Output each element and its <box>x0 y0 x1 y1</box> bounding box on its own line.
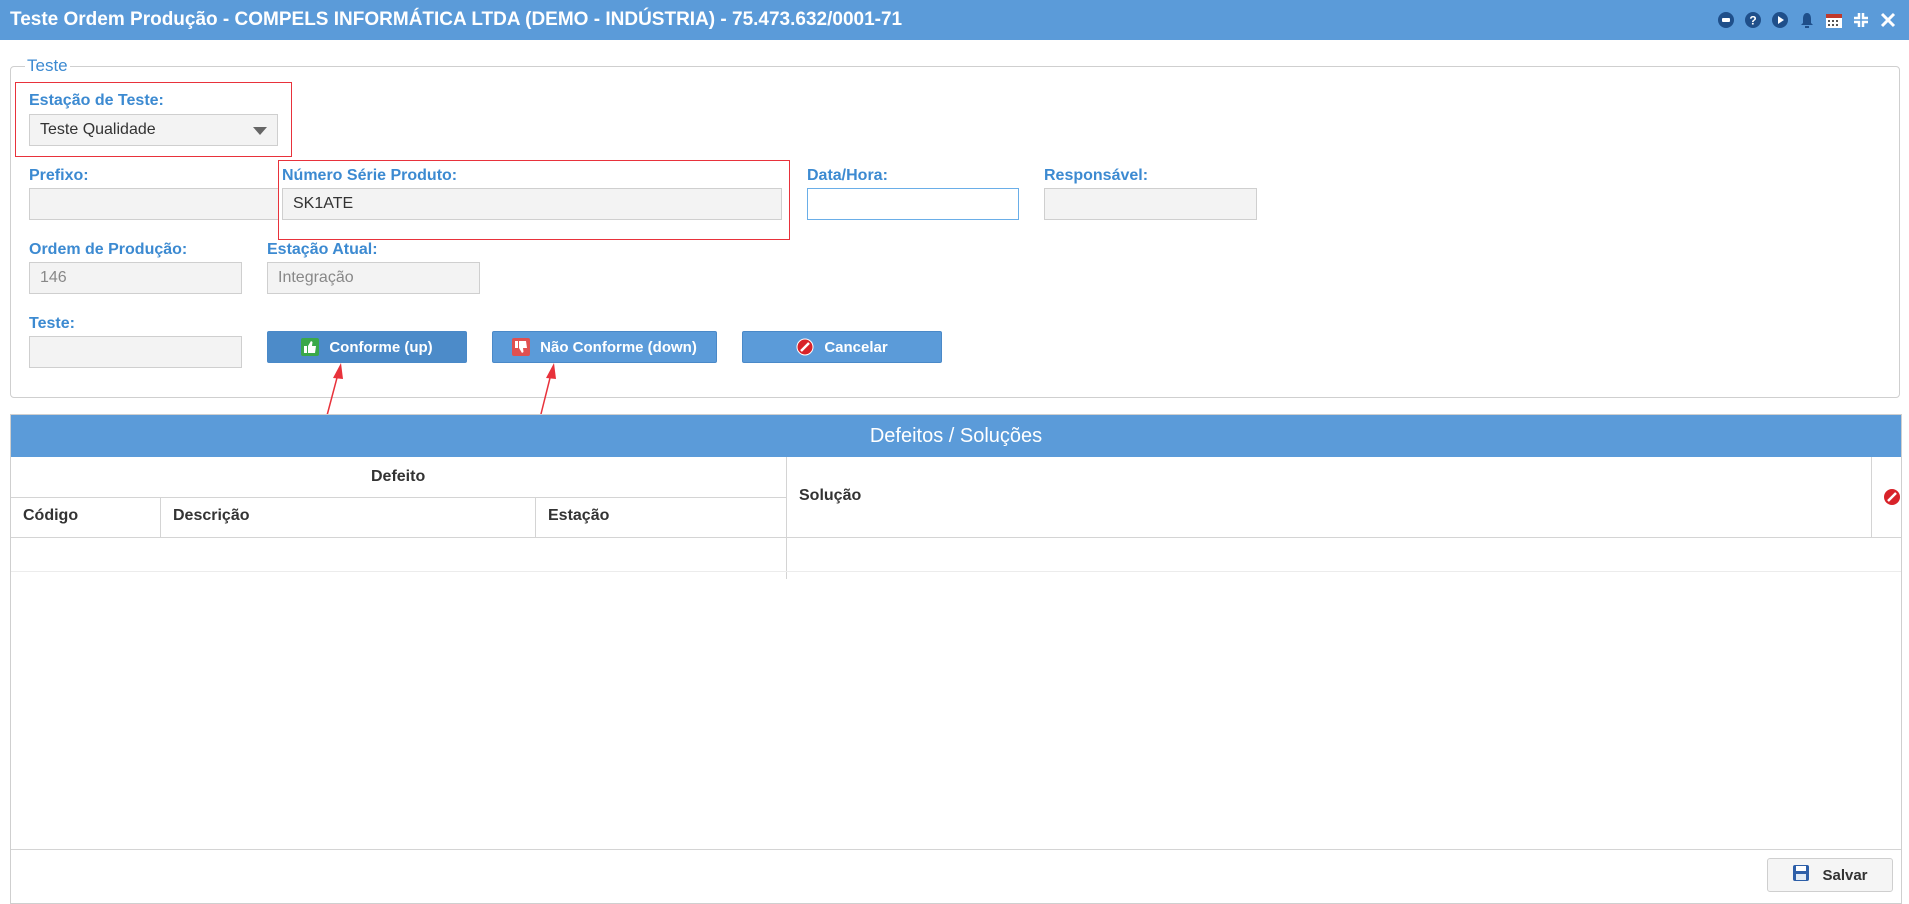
close-icon[interactable] <box>1879 11 1897 29</box>
column-divider <box>535 497 536 537</box>
save-icon <box>1792 864 1810 886</box>
salvar-label: Salvar <box>1822 866 1868 884</box>
column-header-descricao[interactable]: Descrição <box>173 507 250 525</box>
bell-icon[interactable] <box>1798 11 1816 29</box>
header-divider <box>11 497 786 498</box>
highlight-box-numero-serie <box>278 160 790 240</box>
cancelar-button[interactable]: Cancelar <box>742 331 942 363</box>
column-divider <box>160 497 161 537</box>
conforme-button[interactable]: Conforme (up) <box>267 331 467 363</box>
column-header-codigo[interactable]: Código <box>23 507 78 525</box>
estacao-atual-input[interactable] <box>267 262 480 294</box>
conforme-label: Conforme (up) <box>329 338 433 356</box>
ordem-producao-input[interactable] <box>29 262 242 294</box>
column-header-estacao[interactable]: Estação <box>548 507 609 525</box>
defeitos-grid: Defeitos / Soluções Defeito Código Descr… <box>10 414 1902 904</box>
grid-footer-border <box>11 849 1901 850</box>
calendar-icon[interactable] <box>1825 11 1843 29</box>
salvar-button[interactable]: Salvar <box>1767 858 1893 892</box>
column-divider <box>1871 457 1872 537</box>
help-icon[interactable]: ? <box>1744 11 1762 29</box>
record-icon[interactable] <box>1717 11 1735 29</box>
window-titlebar: Teste Ordem Produção - COMPELS INFORMÁTI… <box>0 0 1909 40</box>
column-header-solucao[interactable]: Solução <box>799 487 861 505</box>
column-divider <box>786 457 787 579</box>
highlight-box-estacao <box>15 82 292 157</box>
responsavel-input[interactable] <box>1044 188 1257 220</box>
fieldset-legend: Teste <box>27 56 68 75</box>
cancelar-label: Cancelar <box>824 338 888 356</box>
window-title: Teste Ordem Produção - COMPELS INFORMÁTI… <box>10 9 903 30</box>
data-hora-input[interactable] <box>807 188 1019 220</box>
teste-label: Teste: <box>29 315 75 332</box>
cancel-icon[interactable] <box>1883 488 1901 511</box>
nao-conforme-button[interactable]: Não Conforme (down) <box>492 331 717 363</box>
estacao-atual-label: Estação Atual: <box>267 241 378 258</box>
nao-conforme-label: Não Conforme (down) <box>540 338 697 356</box>
svg-text:?: ? <box>1749 14 1756 28</box>
teste-input[interactable] <box>29 336 242 368</box>
empty-row-border <box>11 571 1901 572</box>
grid-title: Defeitos / Soluções <box>11 415 1901 457</box>
play-icon[interactable] <box>1771 11 1789 29</box>
prefixo-input[interactable] <box>29 188 279 220</box>
ordem-producao-label: Ordem de Produção: <box>29 241 188 258</box>
thumbs-up-icon <box>301 338 320 356</box>
collapse-icon[interactable] <box>1852 11 1870 29</box>
group-header-defeito: Defeito <box>371 468 426 485</box>
data-hora-label: Data/Hora: <box>807 167 888 184</box>
cancel-icon <box>796 338 814 356</box>
thumbs-down-icon <box>512 338 531 356</box>
window-controls: ? <box>1717 10 1897 30</box>
prefixo-label: Prefixo: <box>29 167 89 184</box>
header-bottom-border <box>11 537 1901 538</box>
responsavel-label: Responsável: <box>1044 167 1149 184</box>
